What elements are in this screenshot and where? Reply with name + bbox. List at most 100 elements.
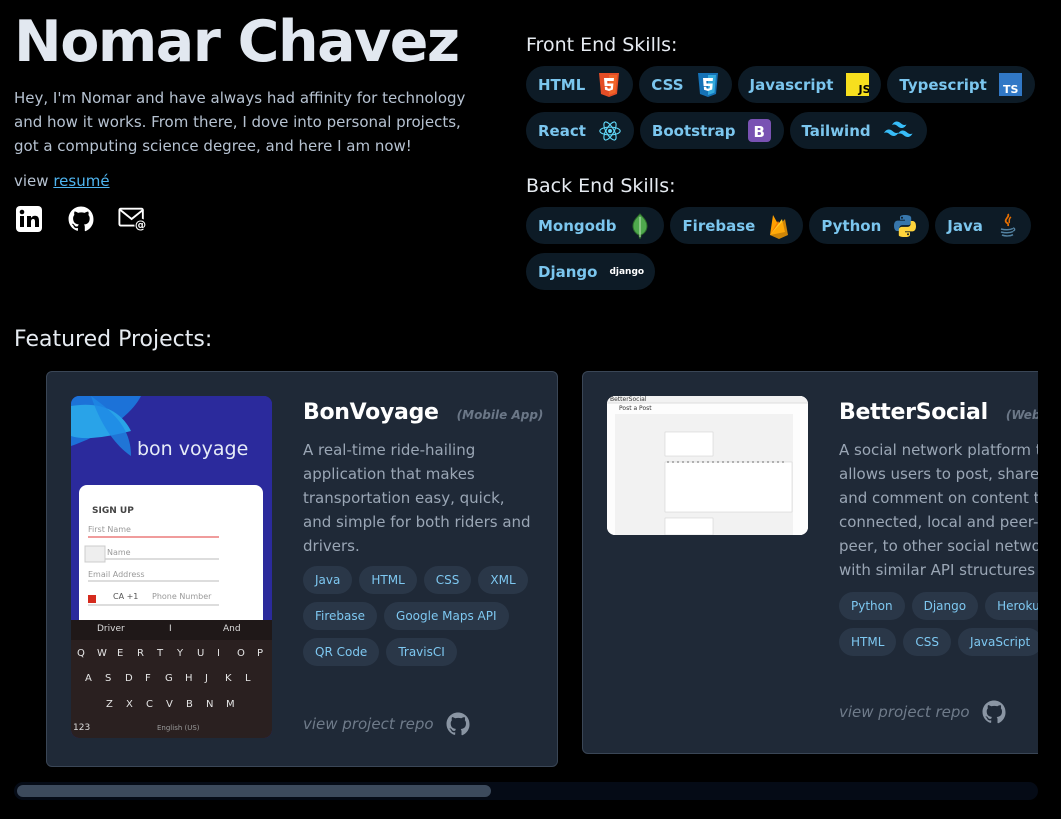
page-title: Nomar Chavez: [14, 9, 460, 75]
skill-pill-tailwind: Tailwind: [789, 112, 927, 149]
skill-pill-html: HTML: [526, 66, 634, 103]
keyboard-key: A: [85, 673, 92, 684]
tech-tag: Python: [839, 592, 905, 620]
post-heading: Post a Post: [619, 405, 652, 412]
suggestion: Driver: [97, 624, 125, 634]
numbers-key: 123: [73, 723, 91, 733]
tech-tag: QR Code: [303, 638, 380, 666]
typescript-icon: TS: [999, 73, 1023, 97]
skill-pill-css: CSS: [639, 66, 732, 103]
keyboard-key: P: [257, 648, 264, 659]
skill-pill-typescript: Typescript TS: [887, 66, 1035, 103]
tech-tag: Java: [303, 566, 353, 594]
keyboard-key: Q: [77, 648, 85, 659]
skill-pill-react: React: [526, 112, 634, 149]
front-end-title: Front End Skills:: [526, 34, 678, 56]
skill-label: Django: [538, 262, 598, 281]
keyboard-key: U: [197, 648, 205, 659]
skill-label: Javascript: [749, 75, 834, 94]
scrollbar-thumb[interactable]: [17, 785, 491, 797]
keyboard-key: W: [97, 648, 107, 659]
tech-tag: Firebase: [303, 602, 378, 630]
bettersocial-brand: BetterSocial: [610, 396, 647, 403]
tech-tag: HTML: [839, 628, 897, 656]
signup-title: SIGN UP: [92, 506, 134, 516]
skill-pill-django: Django django: [526, 253, 656, 290]
skill-label: Firebase: [682, 216, 756, 235]
skill-pill-python: Python: [809, 207, 930, 244]
keyboard-key: I: [217, 648, 220, 659]
social-links: @: [14, 204, 484, 234]
tech-tag: CSS: [423, 566, 472, 594]
project-tags: Python Django Heroku HTML CSS JavaScript: [839, 592, 1038, 656]
svg-text:@: @: [135, 218, 146, 231]
project-header: BonVoyage (Mobile App): [303, 400, 543, 425]
project-header: BetterSocial (Web App): [839, 400, 1038, 425]
github-icon: [982, 700, 1006, 724]
tech-tag: Google Maps API: [384, 602, 509, 630]
tailwind-icon: [883, 119, 915, 143]
skill-pill-javascript: Javascript JS: [737, 66, 882, 103]
resume-line: view resumé: [14, 172, 484, 190]
skill-label: Typescript: [899, 75, 987, 94]
skill-label: Bootstrap: [651, 121, 736, 140]
project-title: BetterSocial: [839, 400, 988, 425]
skill-pill-java: Java: [935, 207, 1031, 244]
skill-label: Mongodb: [538, 216, 617, 235]
projects-carousel[interactable]: bon voyage SIGN UP First Name Name Email…: [46, 371, 1038, 771]
keyboard-key: Z: [106, 699, 113, 710]
keyboard-key: E: [117, 648, 124, 659]
project-card: bon voyage SIGN UP First Name Name Email…: [46, 371, 558, 767]
project-repo-link[interactable]: view project repo: [303, 712, 470, 736]
skill-pill-firebase: Firebase: [670, 207, 804, 244]
project-title: BonVoyage: [303, 400, 439, 425]
first-name-field: First Name: [88, 525, 131, 534]
keyboard-key: G: [165, 673, 173, 684]
firebase-icon: [767, 214, 791, 239]
tech-tag: CSS: [903, 628, 952, 656]
css3-icon: [696, 72, 720, 97]
skill-label: HTML: [538, 75, 586, 94]
keyboard-key: J: [205, 673, 208, 684]
back-end-skills: Mongodb Firebase Python Java Django djan…: [526, 207, 1046, 290]
keyboard-key: X: [126, 699, 133, 710]
github-icon[interactable]: [66, 204, 96, 234]
keyboard-key: V: [166, 699, 173, 710]
keyboard-key: L: [245, 673, 251, 684]
keyboard-key: M: [226, 699, 235, 710]
keyboard-key: F: [145, 673, 151, 684]
skill-label: Java: [947, 216, 983, 235]
suggestion: I: [169, 624, 172, 634]
tech-tag: TravisCI: [386, 638, 457, 666]
resume-prefix: view: [14, 172, 49, 190]
github-icon: [446, 712, 470, 736]
tech-tag: Django: [911, 592, 979, 620]
project-screenshot: bon voyage SIGN UP First Name Name Email…: [71, 396, 272, 738]
project-type: (Mobile App): [456, 408, 544, 422]
keyboard-key: T: [157, 648, 164, 659]
tech-tag: JavaScript: [958, 628, 1038, 656]
project-repo-link[interactable]: view project repo: [839, 700, 1006, 724]
tech-tag: Heroku: [985, 592, 1038, 620]
tech-tag: HTML: [359, 566, 417, 594]
email-icon[interactable]: @: [118, 204, 148, 234]
linkedin-icon[interactable]: [14, 204, 44, 234]
carousel-scrollbar[interactable]: [14, 782, 1038, 800]
project-screenshot: BetterSocial Post a Post: [607, 396, 808, 535]
keyboard-key: S: [105, 673, 112, 684]
skills-section: Front End Skills: HTML CSS Javascript JS…: [526, 34, 1046, 290]
python-icon: [893, 214, 917, 238]
tech-tag: XML: [478, 566, 528, 594]
react-icon: [598, 119, 622, 143]
keyboard-key: C: [146, 699, 153, 710]
resume-link[interactable]: resumé: [53, 172, 109, 190]
featured-title: Featured Projects:: [14, 327, 213, 352]
project-description: A social network platform that allows us…: [839, 441, 1038, 579]
front-end-skills: HTML CSS Javascript JS Typescript TS Rea…: [526, 66, 1046, 149]
django-icon: django: [609, 266, 645, 277]
svg-text:JS: JS: [857, 83, 869, 96]
keyboard-key: H: [185, 673, 193, 684]
project-tags: Java HTML CSS XML Firebase Google Maps A…: [303, 566, 543, 666]
space-key: English (US): [157, 724, 200, 732]
keyboard-key: K: [225, 673, 232, 684]
